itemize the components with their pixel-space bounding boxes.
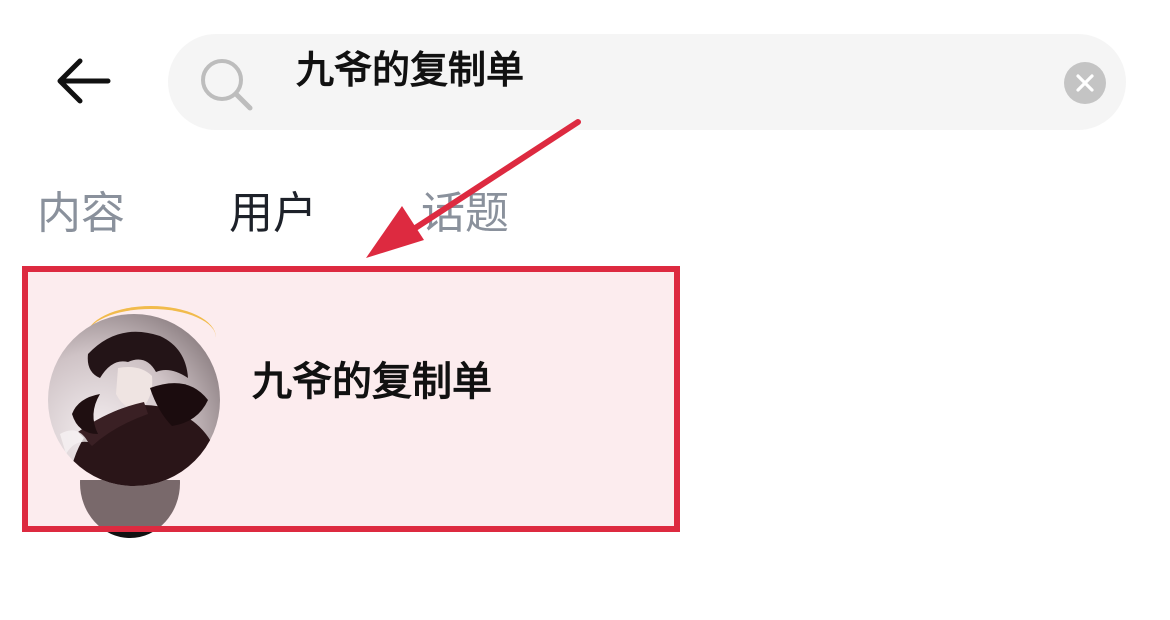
tab-topics[interactable]: 话题 — [421, 184, 509, 244]
search-input[interactable] — [296, 38, 1056, 94]
back-button[interactable] — [50, 50, 120, 112]
search-tabs: 内容 用户 话题 — [0, 184, 700, 244]
avatar[interactable] — [48, 314, 220, 486]
tab-content[interactable]: 内容 — [37, 184, 125, 244]
clear-search-button[interactable] — [1064, 62, 1106, 104]
tab-users[interactable]: 用户 — [229, 184, 317, 244]
user-result-row[interactable]: 九爷的复制单 — [0, 266, 700, 538]
arrow-left-icon — [50, 50, 120, 112]
search-bar — [168, 34, 1126, 130]
search-icon — [198, 56, 254, 112]
username: 九爷的复制单 — [252, 359, 492, 405]
search-results-page: 内容 用户 话题 — [0, 0, 1170, 620]
